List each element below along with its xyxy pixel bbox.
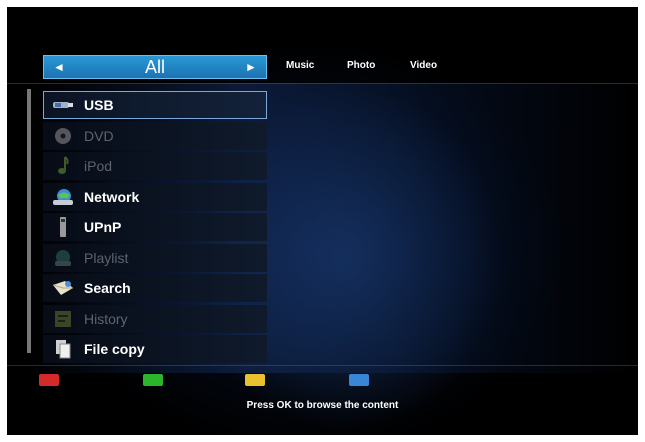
menu-item-label: History [84,310,128,327]
red-key-button[interactable] [39,374,59,386]
menu-item-label: Network [84,188,140,205]
playlist-icon [52,247,74,269]
network-globe-icon [52,186,74,208]
menu-scrollbar[interactable] [27,89,31,353]
usb-icon [52,94,74,116]
menu-item-network[interactable]: Network [43,182,267,211]
menu-item-label: USB [84,97,114,113]
top-divider [7,83,638,84]
file-copy-icon [52,338,74,360]
help-hint: Press OK to browse the content [246,400,399,411]
search-envelope-icon [52,277,74,299]
music-note-icon [52,155,74,177]
menu-item-label: DVD [84,127,114,144]
yellow-key-button[interactable] [245,374,265,386]
scrollbar-thumb[interactable] [27,89,31,353]
category-label: All [144,57,165,77]
tab-photo[interactable]: Photo [347,60,375,71]
menu-item-label: Playlist [84,249,129,266]
menu-item-dvd: DVD [43,121,267,150]
tab-video[interactable]: Video [410,60,437,71]
menu-item-history: History [43,304,267,333]
tv-screen: ◄ All ► Music Photo Video USB DVD iPod N… [7,7,638,435]
history-icon [52,308,74,330]
category-selector[interactable]: ◄ All ► [43,55,267,79]
menu-item-ipod: iPod [43,152,267,180]
source-menu: USB DVD iPod Network UPnP Playlist Searc… [43,91,267,366]
disc-icon [52,125,74,147]
menu-item-label: UPnP [84,219,122,235]
menu-item-upnp[interactable]: UPnP [43,213,267,241]
menu-item-search[interactable]: Search [43,274,267,302]
blue-key-button[interactable] [349,374,369,386]
menu-item-usb[interactable]: USB [43,91,267,119]
tab-music[interactable]: Music [286,60,314,71]
upnp-device-icon [52,216,74,238]
menu-item-file-copy[interactable]: File copy [43,335,267,363]
menu-item-label: Search [84,280,131,296]
menu-item-playlist: Playlist [43,243,267,272]
menu-item-label: iPod [84,158,113,174]
arrow-left-icon[interactable]: ◄ [44,56,74,78]
green-key-button[interactable] [143,374,163,386]
menu-item-label: File copy [84,341,145,357]
arrow-right-icon[interactable]: ► [236,56,266,78]
